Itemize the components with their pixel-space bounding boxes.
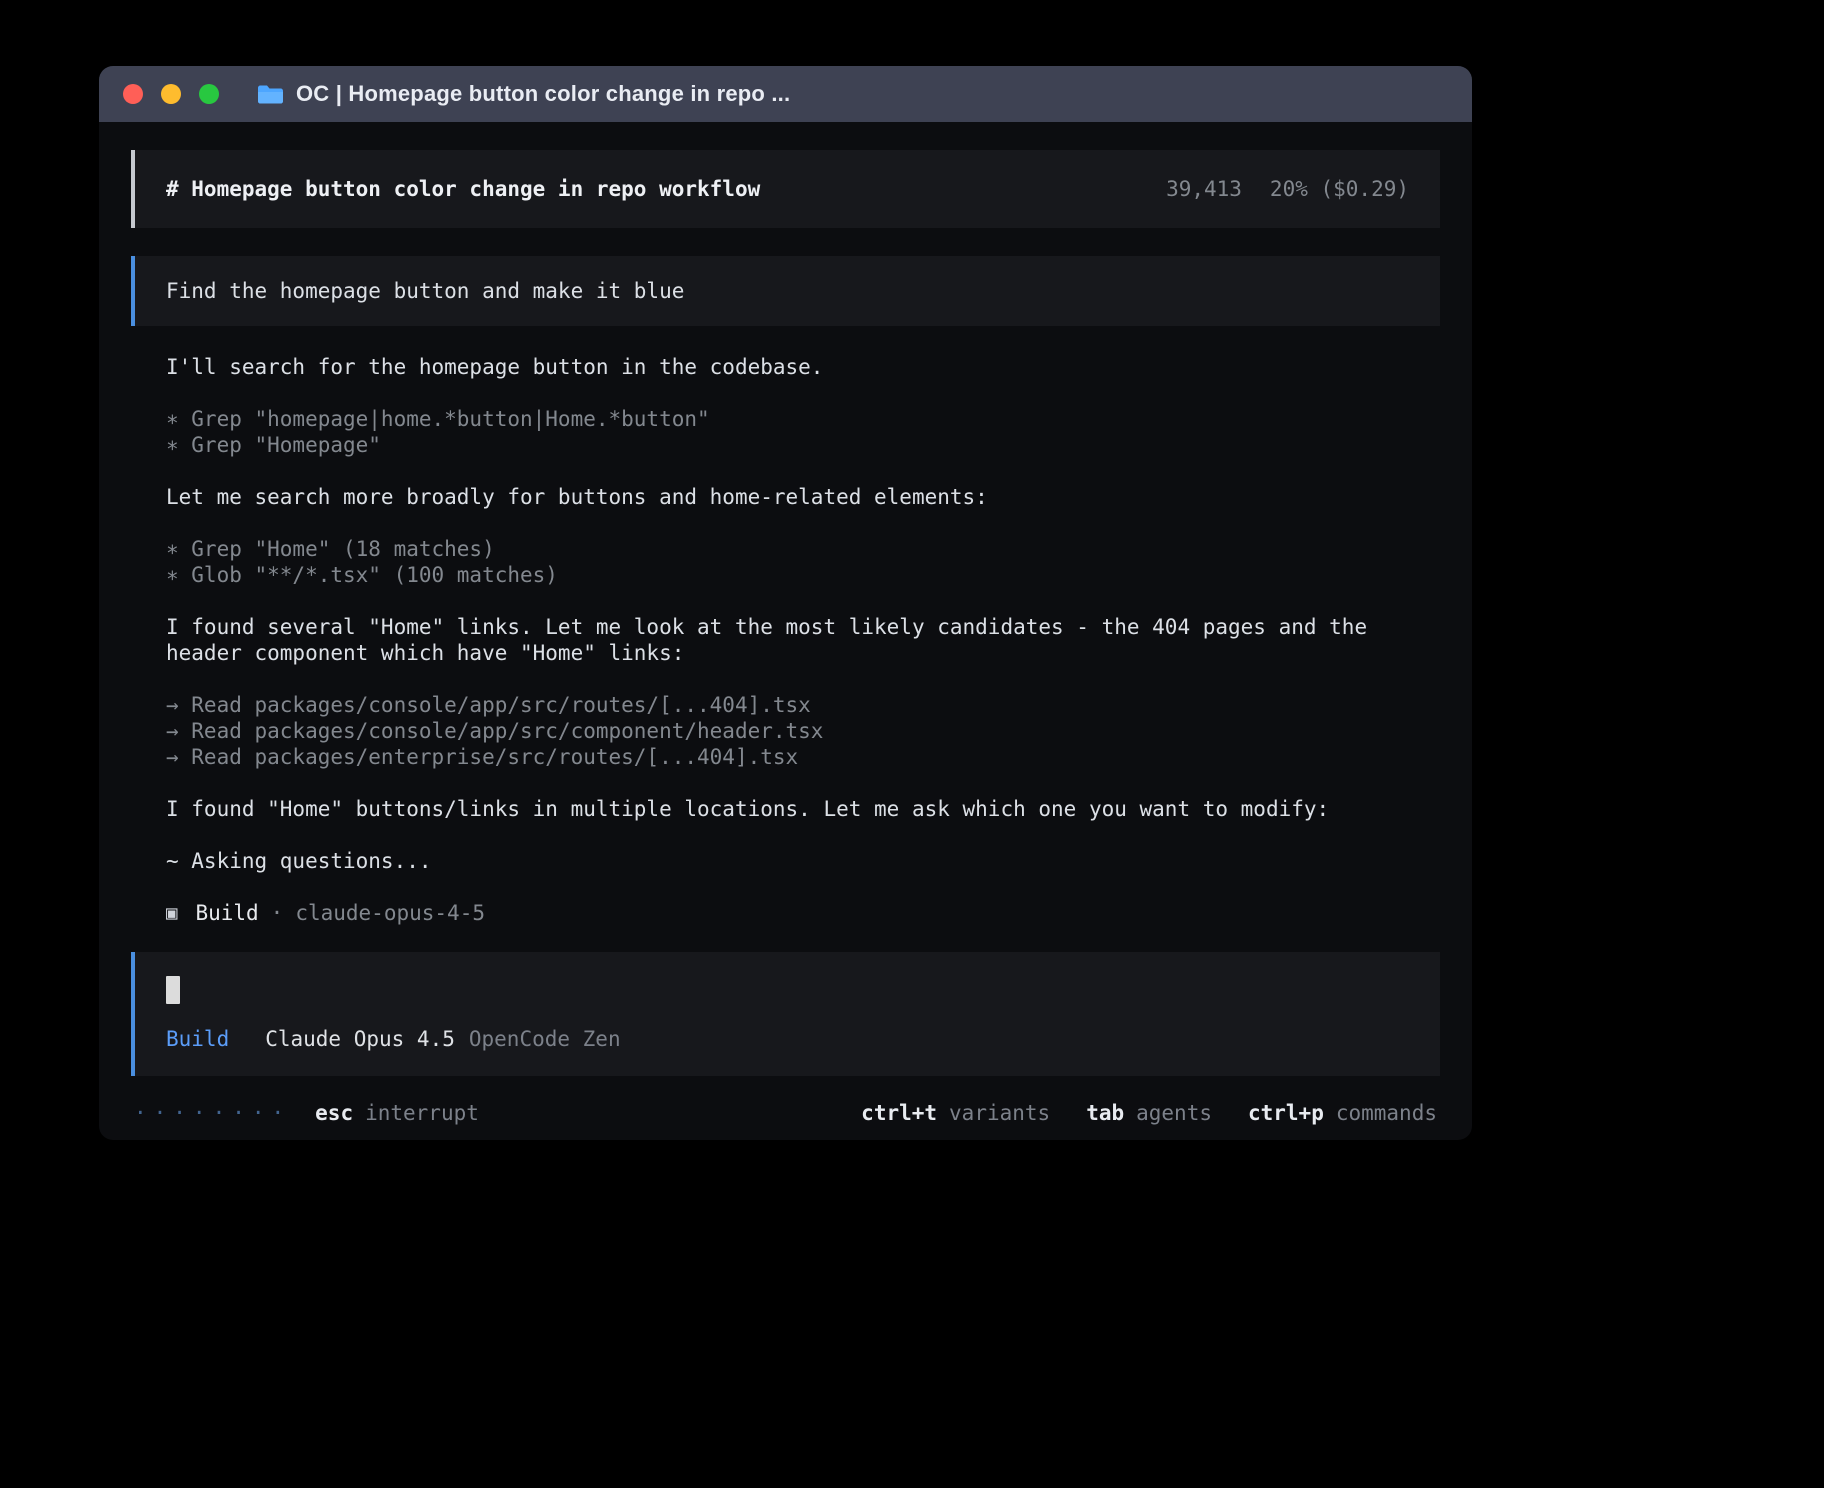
esc-key-hint: esc (315, 1100, 353, 1126)
terminal-window: OC | Homepage button color change in rep… (99, 66, 1472, 1140)
shortcut-variants: ctrl+t variants (861, 1100, 1050, 1126)
separator-dot: · (271, 900, 284, 926)
status-bar-left: ········ esc interrupt (134, 1100, 479, 1126)
assistant-message: I'll search for the homepage button in t… (131, 354, 1440, 380)
agent-status-row: ▣ Build · claude-opus-4-5 (131, 900, 1440, 926)
window-title: OC | Homepage button color change in rep… (296, 81, 790, 107)
terminal-content: # Homepage button color change in repo w… (99, 122, 1472, 1126)
tool-call-glob: ∗ Glob "**/*.tsx" (100 matches) (166, 562, 1440, 588)
session-title: # Homepage button color change in repo w… (166, 176, 760, 202)
assistant-text: Let me search more broadly for buttons a… (166, 484, 1440, 510)
token-count: 39,413 (1166, 176, 1242, 202)
assistant-text: I'll search for the homepage button in t… (166, 354, 1440, 380)
user-message-text: Find the homepage button and make it blu… (166, 279, 684, 303)
shortcut-key: tab (1086, 1100, 1124, 1126)
shortcut-key: ctrl+t (861, 1100, 937, 1126)
tool-call-read: → Read packages/console/app/src/componen… (166, 718, 1440, 744)
folder-icon (257, 84, 284, 105)
tool-call-grep: ∗ Grep "Homepage" (166, 432, 1440, 458)
tool-call-grep: ∗ Grep "Home" (18 matches) (166, 536, 1440, 562)
assistant-message: I found several "Home" links. Let me loo… (131, 614, 1440, 666)
text-cursor (166, 976, 180, 1004)
status-bar: ········ esc interrupt ctrl+t variants t… (131, 1100, 1440, 1126)
shortcut-commands: ctrl+p commands (1248, 1100, 1437, 1126)
shortcut-label: agents (1136, 1100, 1212, 1126)
input-status-line: Build Claude Opus 4.5 OpenCode Zen (166, 1026, 1409, 1052)
tool-call-grep: ∗ Grep "homepage|home.*button|Home.*butt… (166, 406, 1440, 432)
shortcut-agents: tab agents (1086, 1100, 1212, 1126)
agent-status-icon: ▣ (166, 900, 177, 926)
assistant-message: I found "Home" buttons/links in multiple… (131, 796, 1440, 822)
user-message: Find the homepage button and make it blu… (131, 256, 1440, 326)
window-titlebar: OC | Homepage button color change in rep… (99, 66, 1472, 122)
agent-name: Build (195, 900, 258, 926)
assistant-message: Let me search more broadly for buttons a… (131, 484, 1440, 510)
shortcut-label: variants (949, 1100, 1050, 1126)
session-header: # Homepage button color change in repo w… (131, 150, 1440, 228)
tool-call-read: → Read packages/console/app/src/routes/[… (166, 692, 1440, 718)
minimize-window-button[interactable] (161, 84, 181, 104)
status-bar-right: ctrl+t variants tab agents ctrl+p comman… (861, 1100, 1437, 1126)
shortcut-key: ctrl+p (1248, 1100, 1324, 1126)
session-meta: 39,413 20% ($0.29) (1166, 176, 1409, 202)
input-model-label: Claude Opus 4.5 (265, 1026, 455, 1052)
tool-call-read: → Read packages/enterprise/src/routes/[.… (166, 744, 1440, 770)
tool-call-group: ∗ Grep "Home" (18 matches) ∗ Glob "**/*.… (131, 536, 1440, 588)
titlebar-title-group: OC | Homepage button color change in rep… (257, 81, 790, 107)
prompt-input[interactable]: Build Claude Opus 4.5 OpenCode Zen (131, 952, 1440, 1076)
asking-questions-status: ~ Asking questions... (166, 848, 1440, 874)
context-usage: 20% ($0.29) (1270, 176, 1409, 202)
model-name: claude-opus-4-5 (295, 900, 485, 926)
tool-call-group: → Read packages/console/app/src/routes/[… (131, 692, 1440, 770)
tool-call-group: ∗ Grep "homepage|home.*button|Home.*butt… (131, 406, 1440, 458)
spinner-dots: ········ (134, 1100, 291, 1126)
esc-key-label: interrupt (365, 1100, 479, 1126)
zoom-window-button[interactable] (199, 84, 219, 104)
traffic-lights (123, 84, 219, 104)
assistant-text: I found "Home" buttons/links in multiple… (166, 796, 1440, 822)
close-window-button[interactable] (123, 84, 143, 104)
assistant-text: I found several "Home" links. Let me loo… (166, 614, 1440, 666)
assistant-activity: ~ Asking questions... (131, 848, 1440, 874)
input-agent-label[interactable]: Build (166, 1026, 229, 1052)
input-provider-label: OpenCode Zen (469, 1026, 621, 1052)
shortcut-label: commands (1336, 1100, 1437, 1126)
